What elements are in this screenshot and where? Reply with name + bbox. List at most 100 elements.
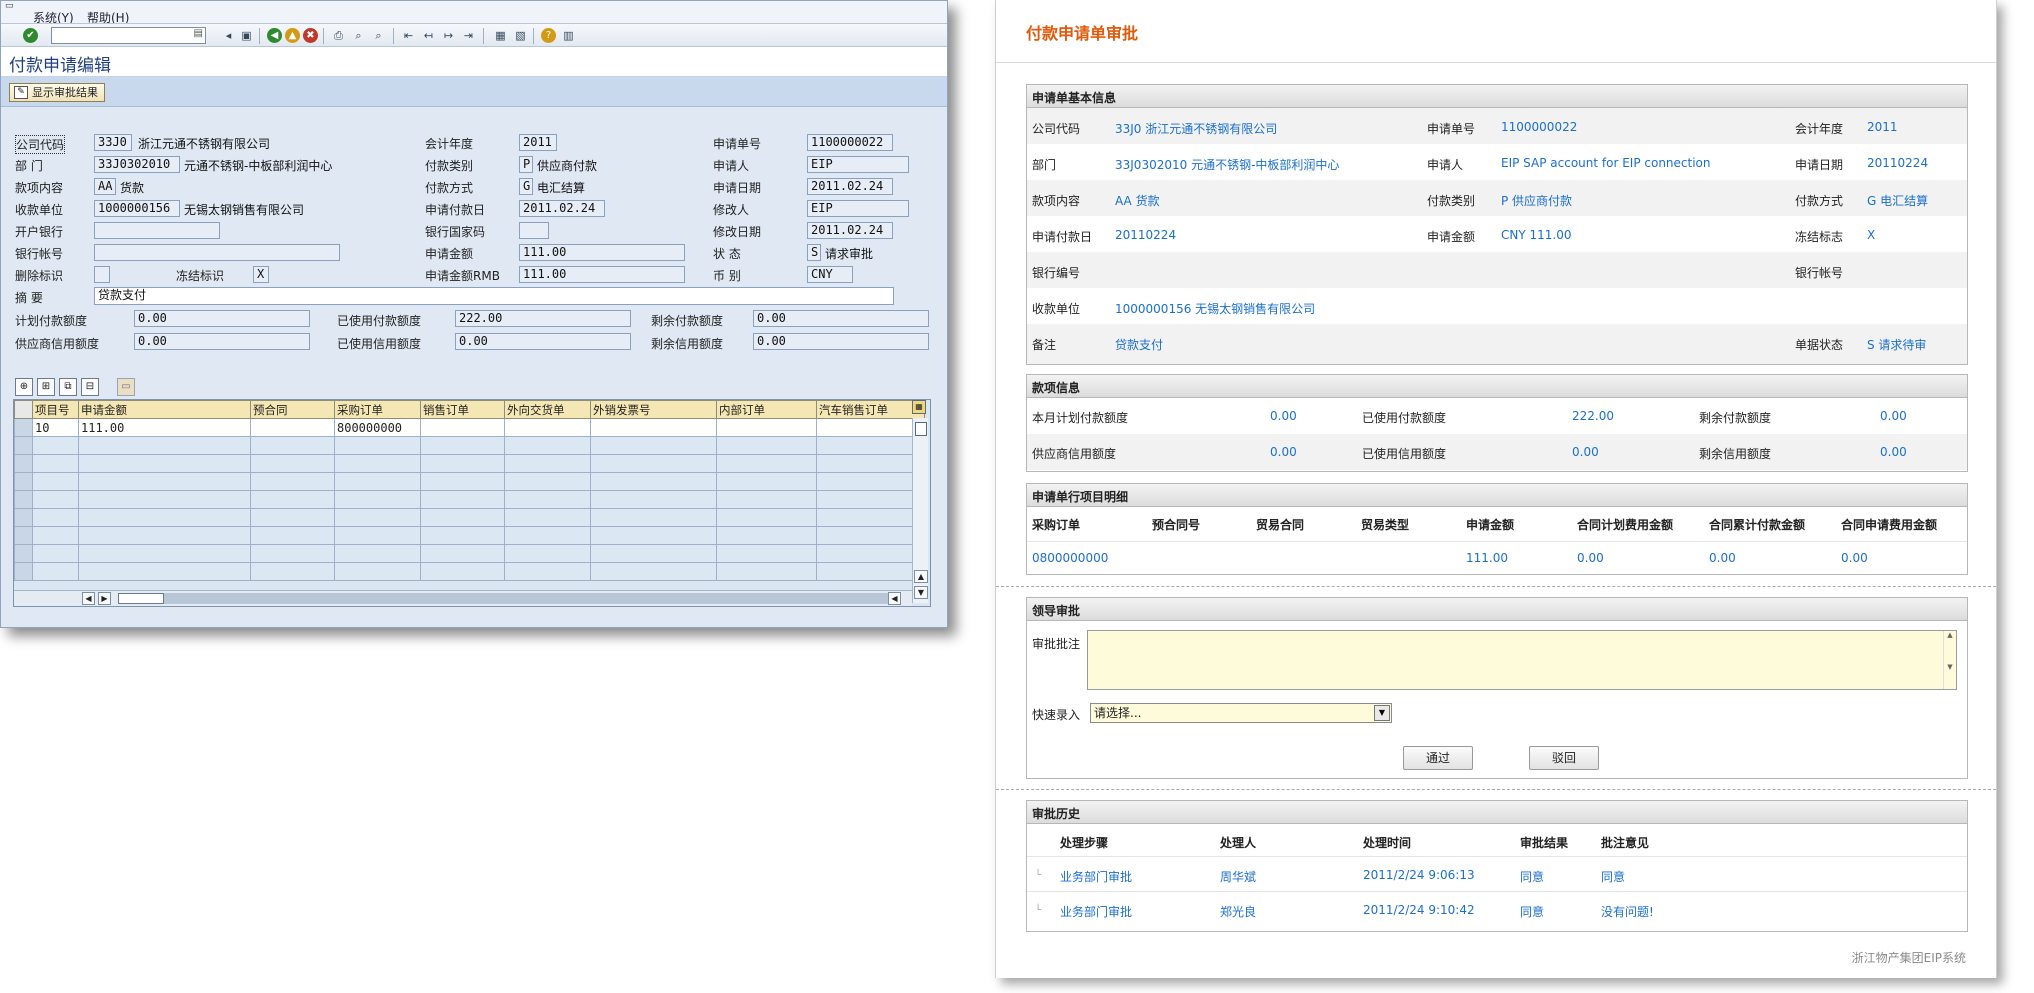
find-icon[interactable]: ⌕	[351, 28, 366, 43]
grid-cell[interactable]: 10	[32, 418, 79, 437]
grid-cell[interactable]	[78, 508, 251, 527]
grid-cell[interactable]	[334, 562, 421, 581]
grid-col-header[interactable]: 汽车销售订单	[816, 400, 925, 419]
field-amount-rmb[interactable]: 111.00	[519, 266, 685, 283]
field-fiscal-year[interactable]: 2011	[519, 134, 557, 151]
grid-cell[interactable]	[716, 454, 817, 473]
grid-cell[interactable]	[590, 490, 717, 509]
layout-icon[interactable]: ▥	[561, 28, 576, 43]
field-modify-date[interactable]: 2011.02.24	[807, 222, 893, 239]
grid-col-header[interactable]: 采购订单	[334, 400, 421, 419]
grid-cell[interactable]	[420, 490, 505, 509]
next-page-icon[interactable]: ↦	[441, 28, 456, 43]
grid-cell[interactable]	[250, 526, 335, 545]
grid-cell[interactable]	[504, 490, 591, 509]
grid-cell[interactable]	[816, 490, 925, 509]
grid-cell[interactable]: 111.00	[78, 418, 251, 437]
grid-cell[interactable]	[78, 472, 251, 491]
enter-icon[interactable]: ✔	[23, 28, 38, 43]
approve-button[interactable]: 通过	[1403, 746, 1473, 770]
grid-cell[interactable]	[250, 454, 335, 473]
insert-row-icon[interactable]: ⊕	[15, 378, 33, 396]
grid-cell[interactable]	[420, 436, 505, 455]
grid-cell[interactable]	[716, 490, 817, 509]
grid-cell[interactable]	[716, 472, 817, 491]
grid-cell[interactable]	[716, 436, 817, 455]
save-icon[interactable]: ▣	[239, 28, 254, 43]
grid-cell[interactable]	[334, 526, 421, 545]
field-payment-type[interactable]: P	[519, 156, 533, 173]
cancel-icon[interactable]: ✖	[303, 28, 318, 43]
row-selector[interactable]	[14, 436, 33, 455]
grid-cell[interactable]	[590, 472, 717, 491]
first-page-icon[interactable]: ⇤	[401, 28, 416, 43]
field-payment-method[interactable]: G	[519, 178, 533, 195]
field-supplier-credit[interactable]: 0.00	[134, 333, 310, 350]
grid-cell[interactable]	[334, 490, 421, 509]
delete-row-icon[interactable]: ⊟	[81, 378, 99, 396]
field-plan-limit[interactable]: 0.00	[134, 310, 310, 327]
grid-cell[interactable]	[420, 508, 505, 527]
field-amount[interactable]: 111.00	[519, 244, 685, 261]
grid-cell[interactable]	[590, 436, 717, 455]
grid-cell[interactable]	[250, 418, 335, 437]
scroll-left-icon[interactable]: ◀	[82, 592, 95, 605]
row-selector[interactable]	[14, 454, 33, 473]
grid-cell[interactable]	[250, 508, 335, 527]
scroll-up-icon[interactable]: ▲	[914, 570, 928, 583]
field-bank[interactable]	[94, 222, 220, 239]
field-remain-credit[interactable]: 0.00	[753, 333, 929, 350]
scroll-left-end-icon[interactable]: ◀	[888, 592, 901, 605]
grid-cell[interactable]	[504, 562, 591, 581]
prev-page-icon[interactable]: ↤	[421, 28, 436, 43]
field-bank-account[interactable]	[94, 244, 340, 261]
grid-cell[interactable]	[334, 454, 421, 473]
grid-settings-icon[interactable]: ▦	[912, 400, 926, 414]
grid-vertical-scrollbar[interactable]: ▲ ▼	[912, 418, 928, 603]
grid-cell[interactable]	[78, 436, 251, 455]
field-applicant[interactable]: EIP	[807, 156, 909, 173]
field-freeze-flag[interactable]: X	[253, 266, 269, 283]
field-used-pay[interactable]: 222.00	[455, 310, 631, 327]
grid-cell[interactable]	[816, 418, 925, 437]
grid-cell[interactable]	[716, 508, 817, 527]
field-modifier[interactable]: EIP	[807, 200, 909, 217]
grid-cell[interactable]	[78, 490, 251, 509]
grid-cell[interactable]	[420, 472, 505, 491]
grid-col-header[interactable]: 申请金额	[78, 400, 251, 419]
field-department[interactable]: 33J0302010	[94, 156, 180, 173]
table-row[interactable]	[14, 454, 925, 473]
scroll-right-icon[interactable]: ▶	[98, 592, 111, 605]
grid-cell[interactable]	[32, 454, 79, 473]
grid-col-header[interactable]: 销售订单	[420, 400, 505, 419]
row-selector[interactable]	[14, 490, 33, 509]
field-currency[interactable]: CNY	[807, 266, 853, 283]
chevron-down-icon[interactable]: ▼	[1374, 705, 1390, 721]
field-bank-country[interactable]	[519, 222, 549, 239]
field-company-code[interactable]: 33J0	[94, 134, 132, 151]
grid-cell[interactable]	[78, 544, 251, 563]
grid-cell[interactable]	[32, 562, 79, 581]
grid-cell[interactable]	[816, 454, 925, 473]
grid-cell[interactable]	[504, 526, 591, 545]
grid-cell[interactable]	[716, 418, 817, 437]
field-used-credit[interactable]: 0.00	[455, 333, 631, 350]
approval-comment-textarea[interactable]: ▲ ▼	[1087, 630, 1957, 690]
scroll-thumb[interactable]	[118, 593, 164, 604]
field-summary[interactable]: 贷款支付	[94, 287, 894, 305]
grid-cell[interactable]	[504, 472, 591, 491]
grid-cell[interactable]	[250, 436, 335, 455]
field-request-pay-date[interactable]: 2011.02.24	[519, 200, 605, 217]
grid-cell[interactable]	[420, 454, 505, 473]
grid-cell[interactable]	[716, 562, 817, 581]
row-selector[interactable]	[14, 508, 33, 527]
grid-cell[interactable]	[334, 436, 421, 455]
grid-col-header[interactable]: 预合同	[250, 400, 335, 419]
scroll-down-icon[interactable]: ▼	[914, 586, 928, 599]
grid-cell[interactable]	[250, 490, 335, 509]
grid-cell[interactable]	[816, 526, 925, 545]
grid-cell[interactable]	[78, 526, 251, 545]
grid-cell[interactable]	[420, 526, 505, 545]
grid-cell[interactable]	[816, 562, 925, 581]
new-session-icon[interactable]: ▦	[493, 28, 508, 43]
